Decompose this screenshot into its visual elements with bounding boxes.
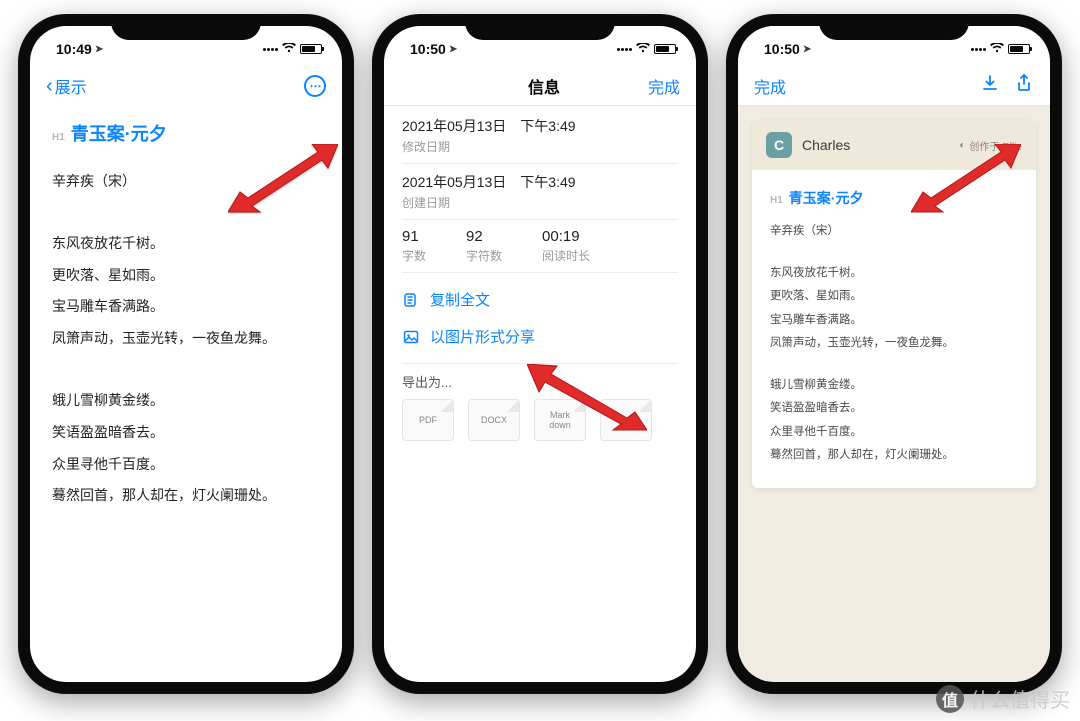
poem-line: 东风夜放花千树。 (52, 232, 320, 256)
location-icon: ➤ (95, 44, 103, 55)
export-pdf-button[interactable]: PDF (402, 399, 454, 441)
phone-notch (819, 14, 969, 40)
watermark-icon: 值 (936, 685, 964, 713)
wifi-icon (636, 42, 650, 56)
avatar: C (766, 132, 792, 158)
share-button[interactable] (1014, 73, 1034, 98)
battery-icon (1008, 44, 1030, 54)
poem-line: 众里寻他千百度。 (52, 453, 320, 477)
phone-mockup-3: 10:50 ➤ 完成 (726, 14, 1062, 694)
watermark: 值 什么值得买 (936, 684, 1070, 713)
poem-line: 蛾儿雪柳黄金缕。 (52, 389, 320, 413)
back-button[interactable]: ‹ 展示 (46, 74, 87, 98)
modified-label: 修改日期 (402, 138, 678, 155)
wifi-icon (282, 42, 296, 56)
watermark-text: 什么值得买 (970, 684, 1070, 713)
h1-tag: H1 (770, 195, 783, 206)
doc-title: H1青玉案·元夕 (52, 120, 320, 146)
poem-line: 蛾儿雪柳黄金缕。 (770, 376, 1018, 396)
wifi-icon (990, 42, 1004, 56)
poem-line: 笑语盈盈暗香去。 (770, 399, 1018, 419)
status-time: 10:49 (56, 41, 92, 57)
nav-bar: 信息 完成 (384, 66, 696, 106)
annotation-arrow (527, 364, 647, 434)
h1-tag: H1 (52, 132, 65, 143)
done-button[interactable]: 完成 (648, 74, 680, 98)
poem-line: 凤箫声动，玉壶光转，一夜鱼龙舞。 (52, 327, 320, 351)
phone-mockup-1: 10:49 ➤ ‹ 展示 (18, 14, 354, 694)
poem-line: 凤箫声动，玉壶光转，一夜鱼龙舞。 (770, 334, 1018, 354)
phone-mockup-2: 10:50 ➤ 信息 完成 (372, 14, 708, 694)
status-time: 10:50 (410, 41, 446, 57)
poem-line: 更吹落、星如雨。 (52, 264, 320, 288)
back-label: 展示 (55, 74, 87, 98)
image-icon (402, 328, 420, 346)
poem-line: 更吹落、星如雨。 (770, 287, 1018, 307)
preview-content: H1青玉案·元夕 辛弃疾（宋） 东风夜放花千树。 更吹落、星如雨。 宝马雕车香满… (752, 170, 1036, 488)
chevron-left-icon: ‹ (46, 76, 53, 96)
copy-all-button[interactable]: 复制全文 (402, 281, 678, 318)
signal-icon (971, 48, 986, 51)
signal-icon (617, 48, 632, 51)
stat-words: 91 字数 (402, 228, 426, 264)
more-button[interactable]: ⋯ (304, 75, 326, 97)
copy-icon (402, 291, 420, 309)
stat-read-time: 00:19 阅读时长 (542, 228, 590, 264)
ellipsis-icon: ⋯ (310, 79, 321, 93)
done-button[interactable]: 完成 (754, 74, 786, 98)
download-button[interactable] (980, 73, 1000, 98)
doc-author: 辛弃疾（宋） (770, 222, 1018, 242)
stats-row: 91 字数 92 字符数 00:19 阅读时长 (402, 228, 678, 264)
export-docx-button[interactable]: DOCX (468, 399, 520, 441)
annotation-arrow (911, 144, 1021, 214)
location-icon: ➤ (449, 44, 457, 55)
nav-bar: 完成 (738, 66, 1050, 106)
share-as-image-button[interactable]: 以图片形式分享 (402, 318, 678, 355)
status-time: 10:50 (764, 41, 800, 57)
poem-line: 蓦然回首，那人却在，灯火阑珊处。 (52, 484, 320, 508)
battery-icon (300, 44, 322, 54)
battery-icon (654, 44, 676, 54)
poem-line: 宝马雕车香满路。 (770, 311, 1018, 331)
created-row: 2021年05月13日 下午3:49 (402, 172, 678, 192)
poem-line: 众里寻他千百度。 (770, 423, 1018, 443)
poem-line: 笑语盈盈暗香去。 (52, 421, 320, 445)
author-name: Charles (802, 137, 850, 153)
poem-line: 东风夜放花千树。 (770, 264, 1018, 284)
phone-notch (465, 14, 615, 40)
poem-line: 宝马雕车香满路。 (52, 295, 320, 319)
location-icon: ➤ (803, 44, 811, 55)
signal-icon (263, 48, 278, 51)
annotation-arrow (228, 144, 338, 214)
phone-notch (111, 14, 261, 40)
nav-bar: ‹ 展示 ⋯ (30, 66, 342, 106)
modified-row: 2021年05月13日 下午3:49 (402, 116, 678, 136)
created-label: 创建日期 (402, 194, 678, 211)
poem-line: 蓦然回首，那人却在，灯火阑珊处。 (770, 446, 1018, 466)
share-icon (1014, 73, 1034, 93)
download-icon (980, 73, 1000, 93)
stat-chars: 92 字符数 (466, 228, 502, 264)
nav-title: 信息 (528, 74, 560, 98)
